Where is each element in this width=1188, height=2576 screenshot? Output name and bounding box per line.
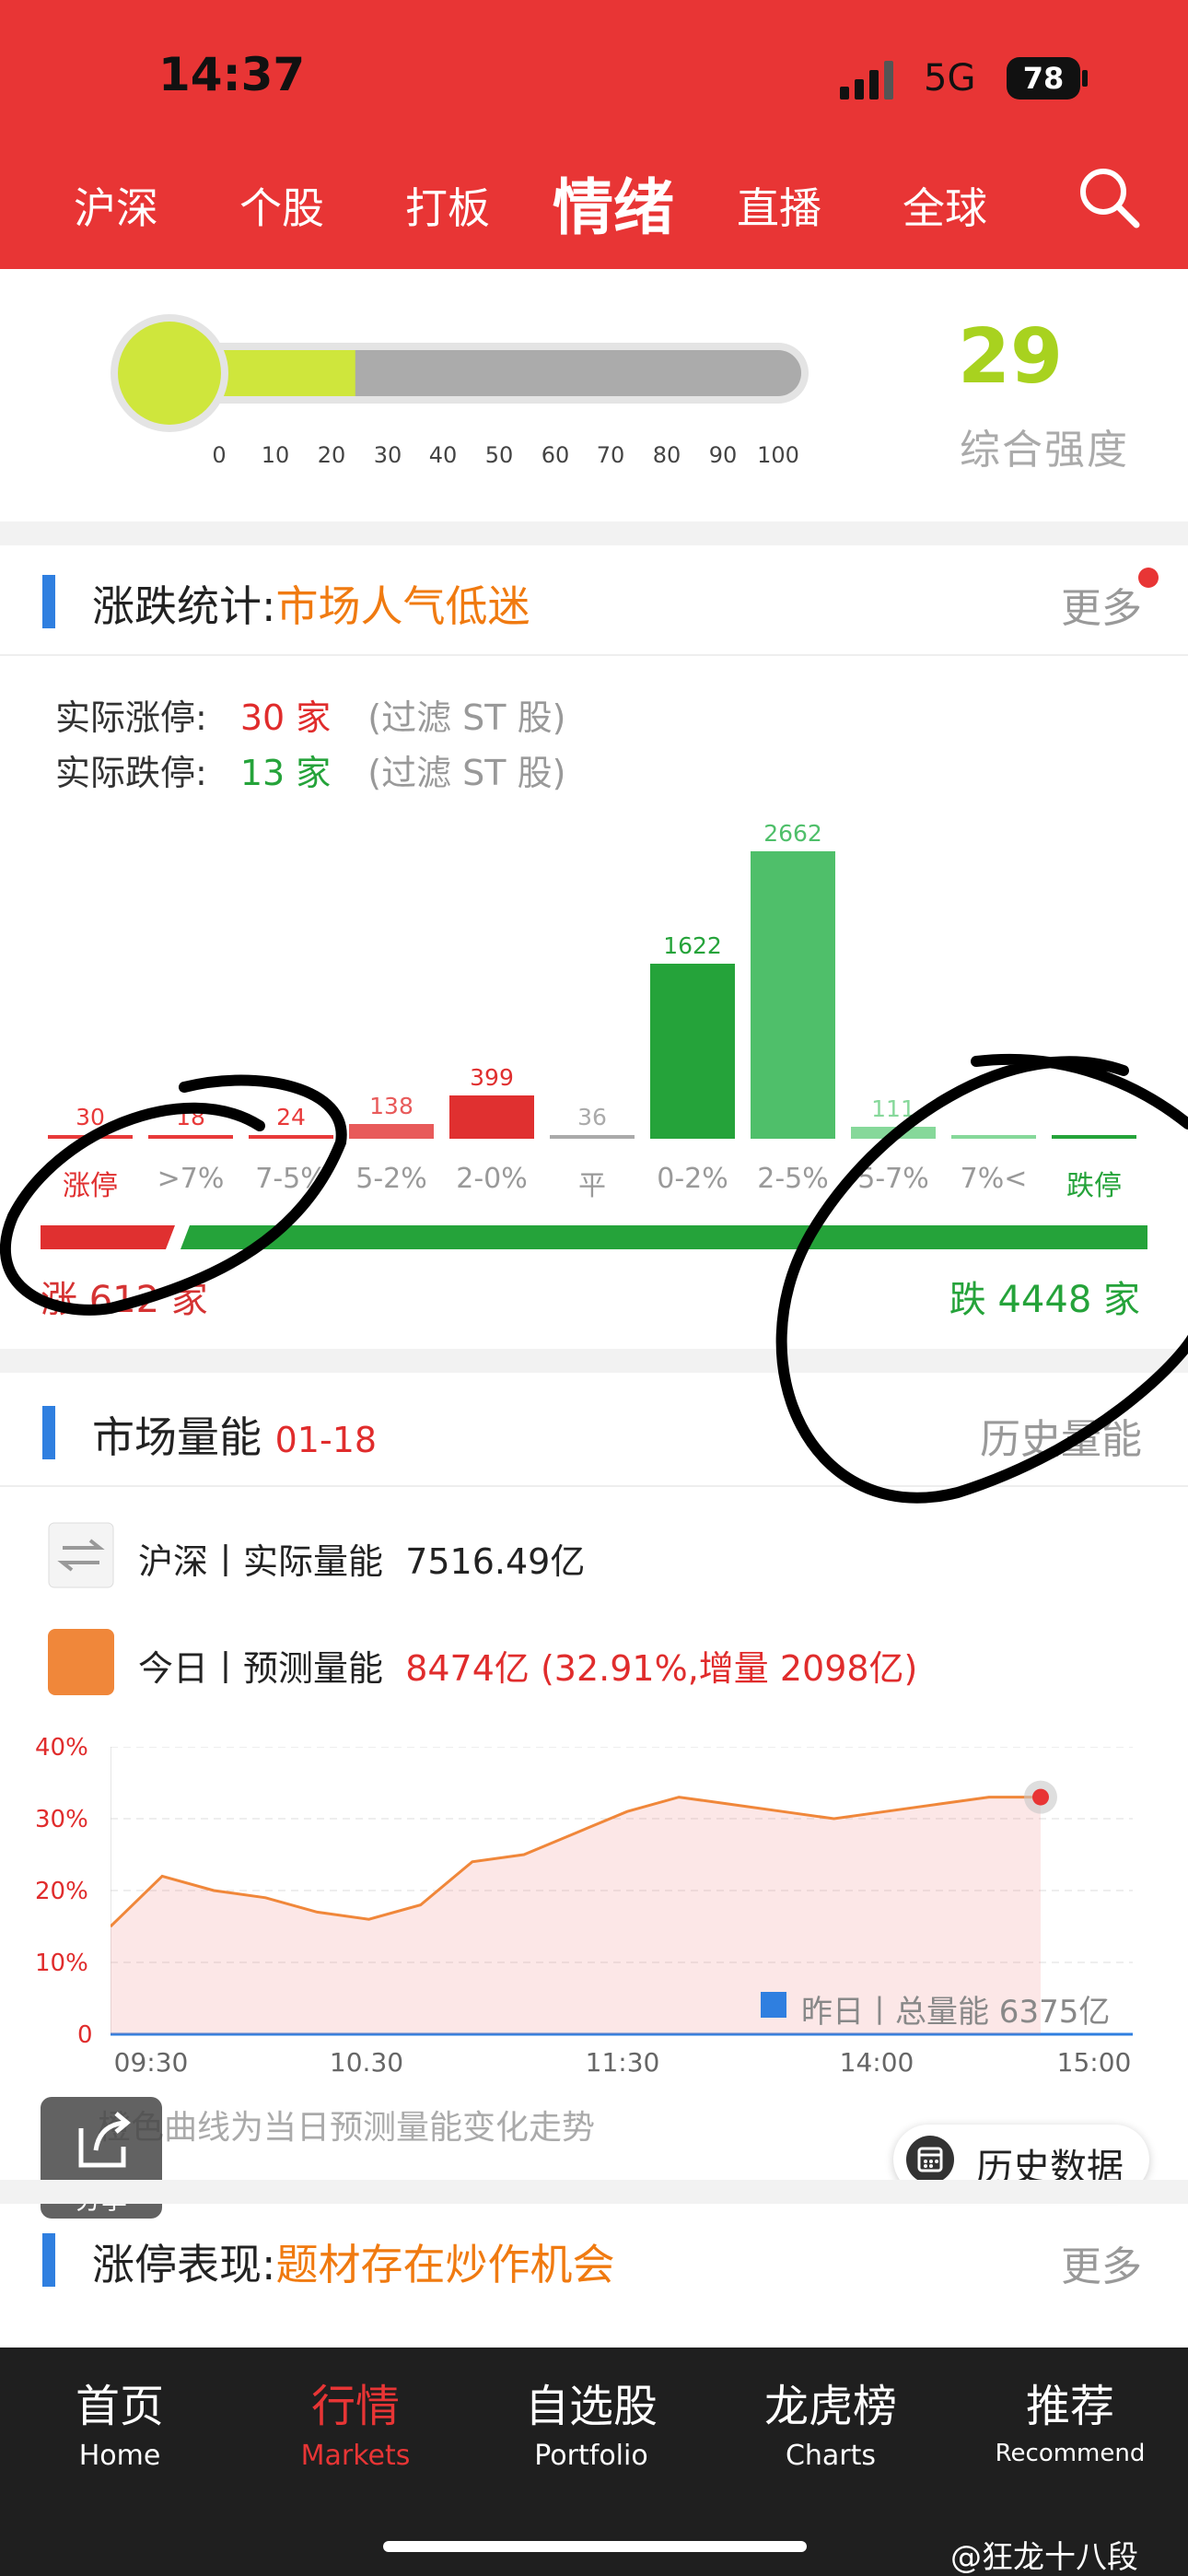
- actual-volume-value: 7516.49亿: [405, 1541, 586, 1582]
- strength-label: 综合强度: [960, 427, 1129, 474]
- network-type: 5G: [924, 57, 976, 100]
- forecast-volume-value: 8474亿 (32.91%,增量 2098亿): [405, 1648, 918, 1689]
- limit-up-value: 30 家: [239, 697, 332, 738]
- section-divider: [0, 2180, 1188, 2204]
- nav-markets-zh: 行情: [310, 2381, 400, 2432]
- y-tick: 20%: [35, 1878, 88, 1905]
- forecast-color-icon: [48, 1629, 114, 1695]
- search-icon[interactable]: [1076, 164, 1144, 232]
- gauge-tick: 50: [484, 442, 514, 468]
- forecast-volume-row: 今日丨预测量能 8474亿 (32.91%,增量 2098亿): [138, 1640, 917, 1691]
- gauge-tick: 60: [541, 442, 570, 468]
- limit-up-note: (过滤 ST 股): [367, 697, 566, 738]
- hand-drawn-annotations: [0, 1053, 1188, 1504]
- gauge-tick: 30: [373, 442, 402, 468]
- limitup-more-link[interactable]: 更多: [1061, 2233, 1142, 2292]
- battery-nub: [1082, 70, 1088, 87]
- notification-dot: [1138, 568, 1159, 588]
- gauge-tick: 0: [212, 442, 227, 468]
- nav-recommend-en: Recommend: [995, 2440, 1146, 2467]
- limit-down-value: 13 家: [239, 753, 332, 793]
- nav-recommend[interactable]: 推荐 Recommend: [978, 2370, 1162, 2467]
- strength-gauge: [111, 314, 809, 432]
- bar-value-label: 2662: [763, 820, 822, 847]
- x-tick: 15:00: [1056, 2047, 1132, 2078]
- nav-markets-en: Markets: [300, 2440, 411, 2472]
- tab-sentiment[interactable]: 情绪: [553, 158, 674, 247]
- gauge-tick: 80: [652, 442, 681, 468]
- actual-volume-label: 沪深丨实际量能: [138, 1541, 384, 1582]
- y-tick: 0: [77, 2021, 93, 2049]
- tab-live[interactable]: 直播: [737, 175, 821, 236]
- actual-volume-row: 沪深丨实际量能 7516.49亿: [138, 1533, 585, 1584]
- nav-home[interactable]: 首页 Home: [28, 2370, 212, 2472]
- nav-portfolio-zh: 自选股: [524, 2381, 658, 2432]
- chart-note: 橙色曲线为当日预测量能变化走势: [98, 2109, 596, 2147]
- divider: [0, 654, 1188, 656]
- gauge-tick: 90: [708, 442, 738, 468]
- gauge-tick: 10: [261, 442, 290, 468]
- nav-portfolio[interactable]: 自选股 Portfolio: [499, 2370, 683, 2472]
- x-tick: 10.30: [329, 2047, 404, 2078]
- y-tick: 30%: [35, 1806, 88, 1833]
- nav-recommend-zh: 推荐: [1025, 2381, 1114, 2432]
- limitup-title: 涨停表现:题材存在炒作机会: [92, 2231, 615, 2292]
- legend-swatch: [761, 1992, 786, 2018]
- gauge-tick: 100: [757, 442, 799, 468]
- updown-title-label: 涨跌统计:: [92, 581, 276, 631]
- gauge-tick: 40: [428, 442, 458, 468]
- y-tick: 10%: [35, 1950, 88, 1977]
- bar-value-label: 1622: [663, 931, 722, 959]
- yesterday-volume-legend: 昨日丨总量能 6375亿: [801, 1994, 1111, 2031]
- y-tick: 40%: [35, 1734, 88, 1762]
- strength-score: 29: [958, 313, 1064, 401]
- limit-down-label: 实际跌停:: [55, 753, 207, 793]
- battery-icon: 78: [1007, 57, 1080, 100]
- nav-markets[interactable]: 行情 Markets: [263, 2370, 448, 2472]
- limit-down-note: (过滤 ST 股): [367, 753, 566, 793]
- limit-up-label: 实际涨停:: [55, 697, 207, 738]
- watermark: @狂龙十八段: [950, 2539, 1138, 2576]
- tab-daban[interactable]: 打板: [405, 175, 490, 236]
- forecast-volume-label: 今日丨预测量能: [138, 1648, 384, 1689]
- section-divider: [0, 521, 1188, 545]
- tab-global[interactable]: 全球: [903, 175, 987, 236]
- x-tick: 09:30: [113, 2047, 189, 2078]
- section-marker: [42, 575, 55, 628]
- tab-stocks[interactable]: 个股: [239, 175, 324, 236]
- status-time: 14:37: [158, 48, 306, 101]
- updown-title: 涨跌统计:市场人气低迷: [92, 573, 530, 634]
- home-indicator: [383, 2541, 807, 2552]
- nav-charts-en: Charts: [785, 2440, 877, 2472]
- x-tick: 14:00: [839, 2047, 914, 2078]
- nav-home-zh: 首页: [75, 2381, 164, 2432]
- gauge-tick: 20: [317, 442, 346, 468]
- nav-home-en: Home: [78, 2440, 161, 2472]
- nav-portfolio-en: Portfolio: [534, 2440, 648, 2472]
- nav-charts[interactable]: 龙虎榜 Charts: [739, 2370, 923, 2472]
- limitup-highlight: 题材存在炒作机会: [275, 2240, 615, 2289]
- updown-more-link[interactable]: 更多: [1061, 575, 1142, 634]
- limit-down-stat: 实际跌停: 13 家 (过滤 ST 股): [55, 744, 565, 795]
- section-marker: [42, 2233, 55, 2287]
- gauge-tick: 70: [596, 442, 625, 468]
- tab-hushen[interactable]: 沪深: [74, 175, 158, 236]
- x-tick: 11:30: [585, 2047, 660, 2078]
- updown-mood: 市场人气低迷: [275, 581, 530, 631]
- share-icon: [78, 2112, 131, 2168]
- exchange-icon: [48, 1522, 114, 1588]
- signal-icon: [840, 61, 893, 100]
- current-point: [1032, 1788, 1049, 1806]
- limit-up-stat: 实际涨停: 30 家 (过滤 ST 股): [55, 689, 565, 740]
- limitup-title-label: 涨停表现:: [92, 2240, 276, 2289]
- nav-charts-zh: 龙虎榜: [763, 2381, 897, 2432]
